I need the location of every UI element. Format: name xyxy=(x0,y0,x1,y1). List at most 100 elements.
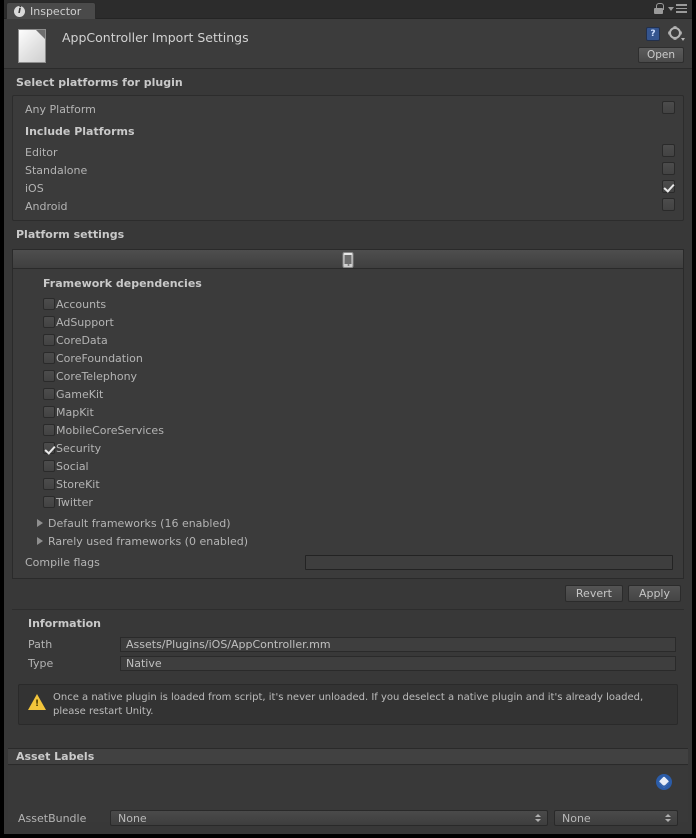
info-row-path: Path Assets/Plugins/iOS/AppController.mm xyxy=(12,636,684,653)
window-tabstrip: i Inspector xyxy=(4,0,692,19)
framework-dependencies-title: Framework dependencies xyxy=(43,277,202,290)
chevron-updown-icon xyxy=(665,814,671,822)
apply-button[interactable]: Apply xyxy=(627,585,681,602)
row-platform-ios[interactable]: iOS xyxy=(13,179,683,197)
assetbundle-row: AssetBundle None None xyxy=(8,810,688,826)
assetbundle-label: AssetBundle xyxy=(18,811,87,825)
platform-standalone-checkbox[interactable] xyxy=(662,162,675,175)
framework-mobilecoreservices-label: MobileCoreServices xyxy=(56,423,164,437)
hamburger-menu-icon[interactable] xyxy=(668,4,687,13)
platform-settings-panel: Framework dependencies Accounts AdSuppor… xyxy=(12,269,684,579)
platform-editor-checkbox[interactable] xyxy=(662,144,675,157)
info-circle-icon: i xyxy=(14,5,25,17)
framework-twitter-checkbox[interactable] xyxy=(43,496,55,508)
info-path-label: Path xyxy=(28,638,53,651)
any-platform-label: Any Platform xyxy=(25,102,96,116)
platform-ios-checkbox[interactable] xyxy=(662,180,675,193)
framework-security-checkbox[interactable] xyxy=(43,442,55,454)
warning-box: Once a native plugin is loaded from scri… xyxy=(18,684,678,725)
framework-accounts-checkbox[interactable] xyxy=(43,298,55,310)
framework-mapkit-checkbox[interactable] xyxy=(43,406,55,418)
framework-row[interactable]: MapKit xyxy=(13,403,683,421)
tab-inspector-label: Inspector xyxy=(30,4,82,18)
framework-row[interactable]: CoreData xyxy=(13,331,683,349)
row-platform-standalone[interactable]: Standalone xyxy=(13,161,683,179)
chevron-updown-icon xyxy=(535,814,541,822)
inspector-window: i Inspector AppController Import Setting… xyxy=(0,0,696,838)
framework-coretelephony-checkbox[interactable] xyxy=(43,370,55,382)
assetbundle-dropdown[interactable]: None xyxy=(110,810,548,826)
framework-storekit-label: StoreKit xyxy=(56,477,100,491)
framework-coretelephony-label: CoreTelephony xyxy=(56,369,138,383)
platform-ios-label: iOS xyxy=(25,181,44,195)
framework-twitter-label: Twitter xyxy=(56,495,93,509)
tabstrip-controls xyxy=(654,3,687,14)
framework-row[interactable]: Security xyxy=(13,439,683,457)
action-buttons: Revert Apply xyxy=(12,579,684,602)
help-book-icon[interactable]: ? xyxy=(646,27,660,41)
asset-labels-header[interactable]: Asset Labels xyxy=(8,748,688,765)
assetbundle-variant-dropdown[interactable]: None xyxy=(554,810,678,826)
tab-inspector[interactable]: i Inspector xyxy=(6,2,97,19)
framework-adsupport-label: AdSupport xyxy=(56,315,114,329)
framework-coredata-checkbox[interactable] xyxy=(43,334,55,346)
framework-row[interactable]: StoreKit xyxy=(13,475,683,493)
platform-android-checkbox[interactable] xyxy=(662,198,675,211)
include-platforms-label: Include Platforms xyxy=(13,122,683,140)
row-platform-editor[interactable]: Editor xyxy=(13,143,683,161)
framework-gamekit-checkbox[interactable] xyxy=(43,388,55,400)
framework-social-checkbox[interactable] xyxy=(43,460,55,472)
platform-editor-label: Editor xyxy=(25,145,58,159)
framework-row[interactable]: Twitter xyxy=(13,493,683,511)
information-section-title: Information xyxy=(28,617,101,630)
iphone-device-icon[interactable] xyxy=(342,252,354,268)
platform-tabbar[interactable] xyxy=(12,249,684,269)
object-header: AppController Import Settings ? Open xyxy=(4,19,692,69)
foldout-rarely-used-frameworks-label: Rarely used frameworks (0 enabled) xyxy=(48,534,249,548)
framework-row[interactable]: AdSupport xyxy=(13,313,683,331)
platform-standalone-label: Standalone xyxy=(25,163,88,177)
framework-row[interactable]: MobileCoreServices xyxy=(13,421,683,439)
revert-button[interactable]: Revert xyxy=(564,585,623,602)
file-document-icon xyxy=(18,29,46,63)
header-icons: ? xyxy=(646,27,685,41)
page-title: AppController Import Settings xyxy=(62,30,249,45)
framework-accounts-label: Accounts xyxy=(56,297,107,311)
gear-icon[interactable] xyxy=(669,27,685,41)
framework-row[interactable]: GameKit xyxy=(13,385,683,403)
framework-corefoundation-label: CoreFoundation xyxy=(56,351,143,365)
framework-coredata-label: CoreData xyxy=(56,333,108,347)
label-tag-icon[interactable] xyxy=(656,774,672,790)
row-any-platform[interactable]: Any Platform xyxy=(13,100,683,118)
framework-row[interactable]: Accounts xyxy=(13,295,683,313)
platform-android-label: Android xyxy=(25,199,68,213)
framework-mobilecoreservices-checkbox[interactable] xyxy=(43,424,55,436)
framework-corefoundation-checkbox[interactable] xyxy=(43,352,55,364)
assetbundle-dropdown-value: None xyxy=(118,811,147,825)
info-row-type: Type Native xyxy=(12,655,684,672)
lock-icon[interactable] xyxy=(654,3,664,14)
framework-row[interactable]: CoreFoundation xyxy=(13,349,683,367)
open-button[interactable]: Open xyxy=(637,47,684,63)
foldout-rarely-used-frameworks[interactable]: Rarely used frameworks (0 enabled) xyxy=(13,532,683,550)
foldout-default-frameworks[interactable]: Default frameworks (16 enabled) xyxy=(13,514,683,532)
compile-flags-input[interactable] xyxy=(305,554,673,570)
compile-flags-label: Compile flags xyxy=(25,555,100,569)
compile-flags-row: Compile flags xyxy=(13,552,683,572)
platform-settings-title: Platform settings xyxy=(16,228,125,241)
inspector-body: Select platforms for plugin Any Platform… xyxy=(4,69,692,725)
framework-gamekit-label: GameKit xyxy=(56,387,104,401)
framework-row[interactable]: Social xyxy=(13,457,683,475)
info-type-value: Native xyxy=(120,656,676,671)
asset-labels-title: Asset Labels xyxy=(16,750,95,763)
row-platform-android[interactable]: Android xyxy=(13,197,683,215)
framework-adsupport-checkbox[interactable] xyxy=(43,316,55,328)
info-path-value: Assets/Plugins/iOS/AppController.mm xyxy=(120,637,676,652)
chevron-right-icon xyxy=(37,537,43,545)
warning-triangle-icon xyxy=(28,694,46,710)
framework-row[interactable]: CoreTelephony xyxy=(13,367,683,385)
framework-storekit-checkbox[interactable] xyxy=(43,478,55,490)
any-platform-checkbox[interactable] xyxy=(662,101,675,114)
foldout-default-frameworks-label: Default frameworks (16 enabled) xyxy=(48,516,231,530)
platforms-box: Any Platform Include Platforms Editor St… xyxy=(12,95,684,221)
